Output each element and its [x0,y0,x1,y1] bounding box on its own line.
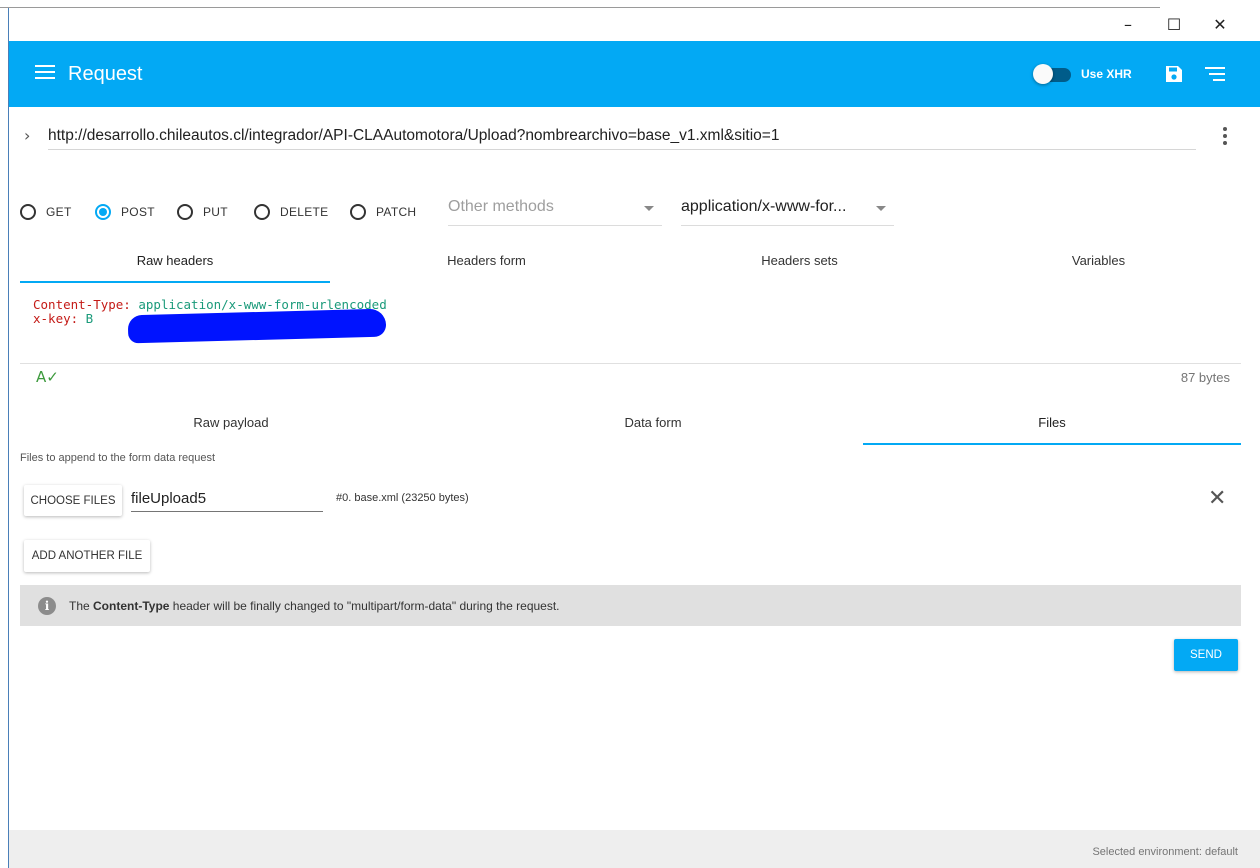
method-radio-put[interactable]: PUT [177,204,228,220]
tab-files[interactable]: Files [863,402,1241,445]
headers-tabs: Raw headers Headers form Headers sets Va… [20,240,1241,283]
save-icon[interactable] [1165,65,1183,83]
redaction-mark [127,308,387,344]
spellcheck-icon[interactable]: A✓ [36,368,59,386]
url-input[interactable] [48,122,1196,150]
radio-circle [350,204,366,220]
radio-circle [95,204,111,220]
info-icon: i [38,597,56,615]
method-radio-delete[interactable]: DELETE [254,204,328,220]
notice-text-bold: Content-Type [93,599,170,613]
window-titlebar: – ☐ ✕ [9,8,1260,41]
method-radio-get[interactable]: GET [20,204,72,220]
files-hint: Files to append to the form data request [20,452,216,464]
notice-text-before: The [69,599,94,613]
payload-tabs: Raw payload Data form Files [20,402,1241,445]
window-frame-left [8,8,9,868]
method-radio-post[interactable]: POST [95,204,155,220]
tab-raw-payload[interactable]: Raw payload [20,402,442,442]
selected-environment: Selected environment: default [1092,846,1238,858]
page-title: Request [68,63,143,85]
notice-text-after: header will be finally changed to "multi… [169,599,560,613]
tab-headers-sets[interactable]: Headers sets [643,240,956,280]
content-type-dropdown[interactable]: application/x-www-for... [681,198,894,226]
file-field-name-input[interactable] [131,485,323,512]
tab-raw-headers[interactable]: Raw headers [20,240,330,283]
radio-circle [254,204,270,220]
menu-icon[interactable] [35,64,55,80]
method-label: PATCH [376,205,417,219]
app-toolbar: Request Use XHR [9,41,1260,107]
maximize-button[interactable]: ☐ [1151,8,1197,41]
method-label: DELETE [280,205,329,219]
send-button[interactable]: SEND [1174,639,1238,671]
other-methods-label: Other methods [448,198,554,215]
choose-files-button[interactable]: CHOOSE FILES [24,485,122,516]
method-label: POST [121,205,155,219]
other-methods-dropdown[interactable]: Other methods [448,198,662,226]
chevron-down-icon [644,206,654,211]
list-icon[interactable] [1205,67,1225,81]
raw-headers-editor[interactable]: Content-Type: application/x-www-form-url… [20,292,1241,364]
radio-circle [20,204,36,220]
use-xhr-toggle[interactable] [1033,64,1073,84]
use-xhr-label: Use XHR [1081,67,1132,81]
close-icon[interactable]: ✕ [1208,486,1226,511]
file-info: #0. base.xml (23250 bytes) [336,492,469,504]
headers-size: 87 bytes [1180,370,1230,385]
header-value: B [78,311,94,326]
content-type-value: application/x-www-for... [681,198,847,215]
method-label: PUT [203,205,228,219]
method-radio-patch[interactable]: PATCH [350,204,416,220]
minimize-button[interactable]: – [1105,8,1151,41]
chevron-down-icon [876,206,886,211]
radio-circle [177,204,193,220]
method-label: GET [46,205,72,219]
notice-text: The Content-Type header will be finally … [69,599,560,613]
header-name: x-key: [33,311,79,326]
status-bar: Selected environment: default [9,830,1260,868]
chevron-right-icon[interactable]: › [24,126,30,145]
tab-data-form[interactable]: Data form [442,402,864,442]
tab-headers-form[interactable]: Headers form [330,240,643,280]
toggle-thumb [1033,64,1053,84]
more-vert-icon[interactable] [1219,125,1231,147]
header-name: Content-Type: [33,297,131,312]
header-line: Content-Type: application/x-www-form-url… [33,298,1241,312]
tab-variables[interactable]: Variables [956,240,1241,280]
close-window-button[interactable]: ✕ [1197,8,1243,41]
content-type-notice: i The Content-Type header will be finall… [20,585,1241,626]
add-another-file-button[interactable]: ADD ANOTHER FILE [24,540,150,572]
